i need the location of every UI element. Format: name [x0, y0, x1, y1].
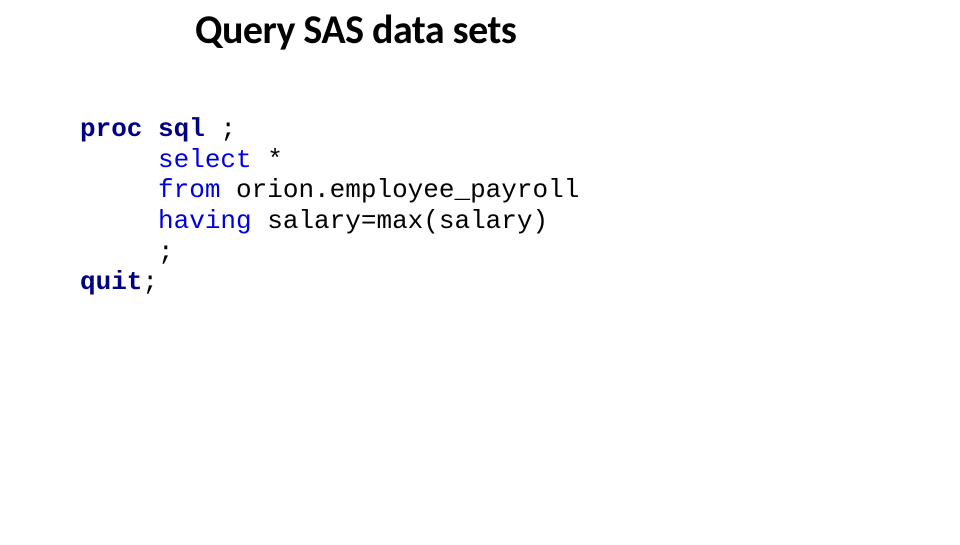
code-line-6: quit; [80, 267, 960, 298]
keyword-proc-sql: proc sql [80, 114, 205, 144]
code-text: orion.employee_payroll [220, 175, 579, 205]
stmt-from: from [158, 175, 220, 205]
code-indent [80, 145, 158, 175]
code-text: ; [142, 267, 158, 297]
slide-container: Query SAS data sets proc sql ; select * … [0, 5, 960, 545]
stmt-select: select [158, 145, 252, 175]
code-block: proc sql ; select * from orion.employee_… [80, 114, 960, 298]
code-line-1: proc sql ; [80, 114, 960, 145]
code-text: salary=max(salary) [252, 206, 548, 236]
code-line-4: having salary=max(salary) [80, 206, 960, 237]
code-indent [80, 237, 158, 267]
keyword-quit: quit [80, 267, 142, 297]
slide-title: Query SAS data sets [195, 5, 960, 54]
code-text: * [252, 145, 283, 175]
code-indent [80, 206, 158, 236]
stmt-having: having [158, 206, 252, 236]
code-text: ; [205, 114, 236, 144]
code-line-2: select * [80, 145, 960, 176]
code-indent [80, 175, 158, 205]
code-text: ; [158, 237, 174, 267]
code-line-3: from orion.employee_payroll [80, 175, 960, 206]
code-line-5: ; [80, 237, 960, 268]
